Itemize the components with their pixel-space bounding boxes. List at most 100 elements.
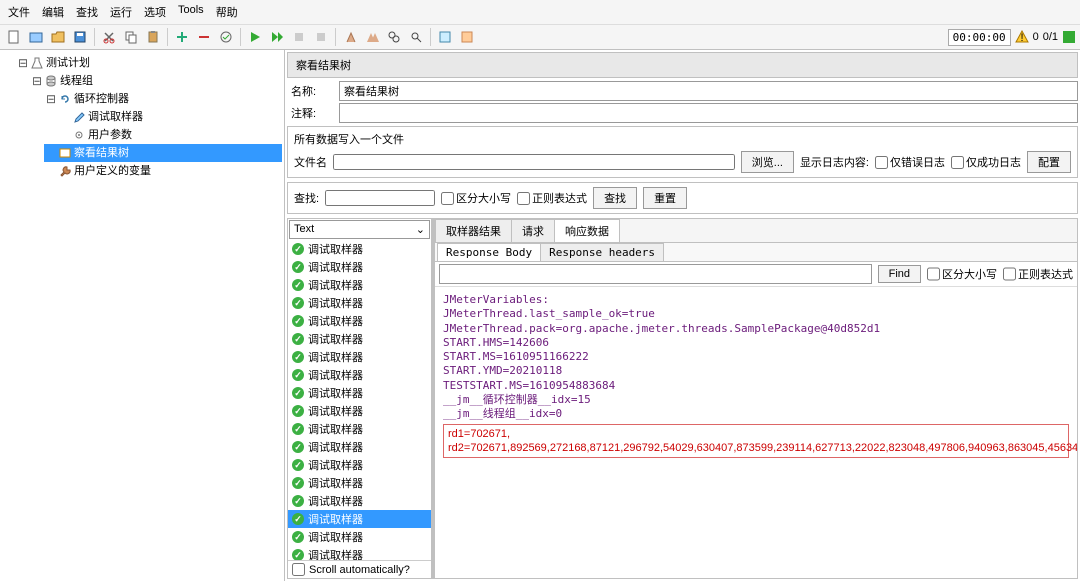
clear-all-icon[interactable] [362,27,382,47]
run-no-timer-icon[interactable] [267,27,287,47]
response-subtabs: Response Body Response headers [435,243,1077,262]
response-body[interactable]: JMeterVariables: JMeterThread.last_sampl… [435,287,1077,578]
warning-count: 0 [1033,31,1039,43]
thread-count: 0/1 [1043,31,1058,43]
stop-icon[interactable] [289,27,309,47]
test-plan-tree[interactable]: ⊟测试计划 ⊟线程组 ⊟循环控制器 调试取样器 用户参数 [0,50,285,581]
filename-input[interactable] [333,154,735,170]
gear-icon [72,128,86,142]
menu-options[interactable]: 选项 [140,2,170,22]
svg-text:!: ! [1020,32,1023,44]
case-checkbox[interactable]: 区分大小写 [441,190,511,206]
cut-icon[interactable] [99,27,119,47]
sample-row[interactable]: ✓调试取样器 [288,276,431,294]
elapsed-time: 00:00:00 [948,29,1011,46]
tab-request[interactable]: 请求 [511,219,555,242]
help-icon[interactable] [457,27,477,47]
sample-row[interactable]: ✓调试取样器 [288,546,431,560]
success-icon: ✓ [292,369,304,381]
chevron-down-icon: ⌄ [416,223,425,236]
configure-button[interactable]: 配置 [1027,151,1071,173]
success-icon: ✓ [292,315,304,327]
tree-thread-group[interactable]: ⊟线程组 [30,72,282,90]
errors-only-checkbox[interactable]: 仅错误日志 [875,154,945,170]
search-icon[interactable] [384,27,404,47]
comment-input[interactable] [339,103,1078,123]
sample-row[interactable]: ✓调试取样器 [288,456,431,474]
search-input[interactable] [325,190,435,206]
sample-row[interactable]: ✓调试取样器 [288,438,431,456]
find-button[interactable]: 查找 [593,187,637,209]
beaker-icon [30,56,44,70]
menubar: 文件 编辑 查找 运行 选项 Tools 帮助 [0,0,1080,25]
menu-run[interactable]: 运行 [106,2,136,22]
templates-icon[interactable] [26,27,46,47]
sample-list[interactable]: ✓调试取样器✓调试取样器✓调试取样器✓调试取样器✓调试取样器✓调试取样器✓调试取… [288,240,431,560]
subtab-body[interactable]: Response Body [437,243,541,261]
panel-title: 察看结果树 [287,52,1078,78]
function-icon[interactable] [435,27,455,47]
success-icon: ✓ [292,477,304,489]
menu-edit[interactable]: 编辑 [38,2,68,22]
success-only-checkbox[interactable]: 仅成功日志 [951,154,1021,170]
reset-search-icon[interactable] [406,27,426,47]
success-icon: ✓ [292,279,304,291]
tree-view-results[interactable]: 察看结果树 [44,144,282,162]
reset-button[interactable]: 重置 [643,187,687,209]
spool-icon [44,74,58,88]
menu-file[interactable]: 文件 [4,2,34,22]
warning-icon[interactable]: ! [1015,30,1029,44]
tab-sampler-result[interactable]: 取样器结果 [435,219,512,242]
toggle-icon[interactable] [216,27,236,47]
regex-checkbox[interactable]: 正则表达式 [517,190,587,206]
open-icon[interactable] [48,27,68,47]
subtab-headers[interactable]: Response headers [540,243,664,261]
menu-tools[interactable]: Tools [174,2,208,22]
success-icon: ✓ [292,531,304,543]
save-icon[interactable] [70,27,90,47]
response-case-checkbox[interactable]: 区分大小写 [927,264,997,284]
sample-row[interactable]: ✓调试取样器 [288,240,431,258]
dropper-icon [72,110,86,124]
shutdown-icon[interactable] [311,27,331,47]
paste-icon[interactable] [143,27,163,47]
menu-help[interactable]: 帮助 [212,2,242,22]
sample-row[interactable]: ✓调试取样器 [288,366,431,384]
name-input[interactable] [339,81,1078,101]
tree-test-plan[interactable]: ⊟测试计划 [16,54,282,72]
sample-row[interactable]: ✓调试取样器 [288,492,431,510]
sample-row[interactable]: ✓调试取样器 [288,348,431,366]
clear-icon[interactable] [340,27,360,47]
run-icon[interactable] [245,27,265,47]
tree-loop-controller[interactable]: ⊟循环控制器 [44,90,282,108]
browse-button[interactable]: 浏览... [741,151,794,173]
sample-row[interactable]: ✓调试取样器 [288,258,431,276]
toolbar: 00:00:00 ! 0 0/1 [0,25,1080,50]
tree-debug-sampler[interactable]: 调试取样器 [58,108,282,126]
results-icon [58,146,72,160]
copy-icon[interactable] [121,27,141,47]
sample-row[interactable]: ✓调试取样器 [288,510,431,528]
sample-row[interactable]: ✓调试取样器 [288,312,431,330]
collapse-icon[interactable] [194,27,214,47]
new-icon[interactable] [4,27,24,47]
sample-row[interactable]: ✓调试取样器 [288,330,431,348]
success-icon: ✓ [292,423,304,435]
response-find-input[interactable] [439,264,872,284]
sample-row[interactable]: ✓调试取样器 [288,402,431,420]
response-find-button[interactable]: Find [878,265,921,283]
menu-search[interactable]: 查找 [72,2,102,22]
render-dropdown[interactable]: Text⌄ [289,220,430,239]
tree-user-params[interactable]: 用户参数 [58,126,282,144]
sample-row[interactable]: ✓调试取样器 [288,420,431,438]
sample-row[interactable]: ✓调试取样器 [288,294,431,312]
success-icon: ✓ [292,333,304,345]
expand-icon[interactable] [172,27,192,47]
sample-row[interactable]: ✓调试取样器 [288,384,431,402]
tree-user-vars[interactable]: 用户定义的变量 [44,162,282,180]
sample-row[interactable]: ✓调试取样器 [288,474,431,492]
tab-response[interactable]: 响应数据 [554,219,620,242]
sample-row[interactable]: ✓调试取样器 [288,528,431,546]
response-regex-checkbox[interactable]: 正则表达式 [1003,264,1073,284]
scroll-auto-checkbox[interactable]: Scroll automatically? [288,560,431,578]
